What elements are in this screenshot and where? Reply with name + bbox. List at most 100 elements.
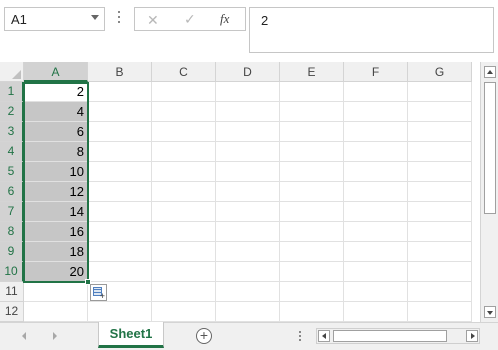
cell-g4[interactable]	[408, 142, 472, 162]
scroll-down-icon[interactable]	[484, 306, 496, 318]
row-header-11[interactable]: 11	[0, 282, 24, 302]
cell-d3[interactable]	[216, 122, 280, 142]
cell-g8[interactable]	[408, 222, 472, 242]
cell-c9[interactable]	[152, 242, 216, 262]
cell-c10[interactable]	[152, 262, 216, 282]
row-header-10[interactable]: 10	[0, 262, 24, 282]
cell-b12[interactable]	[88, 302, 152, 322]
cell-b1[interactable]	[88, 82, 152, 102]
column-header-c[interactable]: C	[152, 62, 216, 82]
cell-g2[interactable]	[408, 102, 472, 122]
cell-c5[interactable]	[152, 162, 216, 182]
cell-e3[interactable]	[280, 122, 344, 142]
column-header-g[interactable]: G	[408, 62, 472, 82]
previous-sheet-icon[interactable]	[22, 332, 26, 340]
cell-d5[interactable]	[216, 162, 280, 182]
cell-b5[interactable]	[88, 162, 152, 182]
row-header-12[interactable]: 12	[0, 302, 24, 322]
cell-g1[interactable]	[408, 82, 472, 102]
cell-c4[interactable]	[152, 142, 216, 162]
cell-d1[interactable]	[216, 82, 280, 102]
cell-c8[interactable]	[152, 222, 216, 242]
cell-a4[interactable]: 8	[24, 142, 88, 162]
horizontal-scroll-thumb[interactable]	[333, 330, 447, 342]
horizontal-scrollbar[interactable]	[316, 328, 480, 344]
cell-f5[interactable]	[344, 162, 408, 182]
insert-function-icon[interactable]: fx	[220, 11, 229, 27]
cell-g12[interactable]	[408, 302, 472, 322]
cell-g5[interactable]	[408, 162, 472, 182]
cell-b7[interactable]	[88, 202, 152, 222]
cell-f9[interactable]	[344, 242, 408, 262]
cell-c3[interactable]	[152, 122, 216, 142]
cell-g10[interactable]	[408, 262, 472, 282]
cell-b9[interactable]	[88, 242, 152, 262]
cell-e5[interactable]	[280, 162, 344, 182]
cell-e6[interactable]	[280, 182, 344, 202]
cell-f11[interactable]	[344, 282, 408, 302]
cell-f6[interactable]	[344, 182, 408, 202]
cell-e1[interactable]	[280, 82, 344, 102]
cell-a7[interactable]: 14	[24, 202, 88, 222]
plus-circle-icon[interactable]: +	[196, 328, 212, 344]
tab-split-handle-icon[interactable]	[298, 331, 302, 343]
column-header-b[interactable]: B	[88, 62, 152, 82]
cell-a3[interactable]: 6	[24, 122, 88, 142]
cell-b8[interactable]	[88, 222, 152, 242]
cell-c12[interactable]	[152, 302, 216, 322]
row-header-1[interactable]: 1	[0, 82, 24, 102]
cell-b6[interactable]	[88, 182, 152, 202]
close-icon[interactable]: ✕	[147, 12, 159, 29]
sheet-tab[interactable]: Sheet1	[98, 322, 164, 348]
column-header-f[interactable]: F	[344, 62, 408, 82]
column-header-e[interactable]: E	[280, 62, 344, 82]
cell-g6[interactable]	[408, 182, 472, 202]
spreadsheet-grid[interactable]: A B C D E F G 1 2 2 4 3 6 4 8 5 10 6 12 7 14 8 16 9 18 10 20 11 12 +	[0, 62, 480, 322]
cell-d6[interactable]	[216, 182, 280, 202]
next-sheet-icon[interactable]	[53, 332, 57, 340]
vertical-scrollbar[interactable]	[480, 62, 498, 322]
cell-d8[interactable]	[216, 222, 280, 242]
cell-a8[interactable]: 16	[24, 222, 88, 242]
row-header-3[interactable]: 3	[0, 122, 24, 142]
chevron-down-icon[interactable]	[91, 15, 99, 20]
row-header-5[interactable]: 5	[0, 162, 24, 182]
cell-f1[interactable]	[344, 82, 408, 102]
cell-a2[interactable]: 4	[24, 102, 88, 122]
cell-e9[interactable]	[280, 242, 344, 262]
cell-c7[interactable]	[152, 202, 216, 222]
cell-e8[interactable]	[280, 222, 344, 242]
select-all-button[interactable]	[0, 62, 24, 82]
cell-e4[interactable]	[280, 142, 344, 162]
formula-input[interactable]: 2	[249, 7, 494, 53]
cell-a1[interactable]: 2	[24, 82, 88, 102]
cell-f2[interactable]	[344, 102, 408, 122]
cell-d11[interactable]	[216, 282, 280, 302]
drag-handle-icon[interactable]	[117, 11, 121, 25]
cell-a10[interactable]: 20	[24, 262, 88, 282]
cell-a9[interactable]: 18	[24, 242, 88, 262]
scroll-left-icon[interactable]	[318, 330, 330, 342]
cell-d9[interactable]	[216, 242, 280, 262]
cell-e12[interactable]	[280, 302, 344, 322]
row-header-4[interactable]: 4	[0, 142, 24, 162]
cell-d10[interactable]	[216, 262, 280, 282]
cell-b3[interactable]	[88, 122, 152, 142]
cell-a12[interactable]	[24, 302, 88, 322]
name-box[interactable]: A1	[4, 7, 105, 31]
cell-d2[interactable]	[216, 102, 280, 122]
cell-f8[interactable]	[344, 222, 408, 242]
quick-analysis-icon[interactable]: +	[90, 284, 107, 301]
cell-d12[interactable]	[216, 302, 280, 322]
row-header-9[interactable]: 9	[0, 242, 24, 262]
row-header-8[interactable]: 8	[0, 222, 24, 242]
cell-f4[interactable]	[344, 142, 408, 162]
cell-a5[interactable]: 10	[24, 162, 88, 182]
cell-g11[interactable]	[408, 282, 472, 302]
cell-f10[interactable]	[344, 262, 408, 282]
row-header-7[interactable]: 7	[0, 202, 24, 222]
cell-e7[interactable]	[280, 202, 344, 222]
row-header-2[interactable]: 2	[0, 102, 24, 122]
cell-g3[interactable]	[408, 122, 472, 142]
check-icon[interactable]: ✓	[184, 11, 196, 28]
